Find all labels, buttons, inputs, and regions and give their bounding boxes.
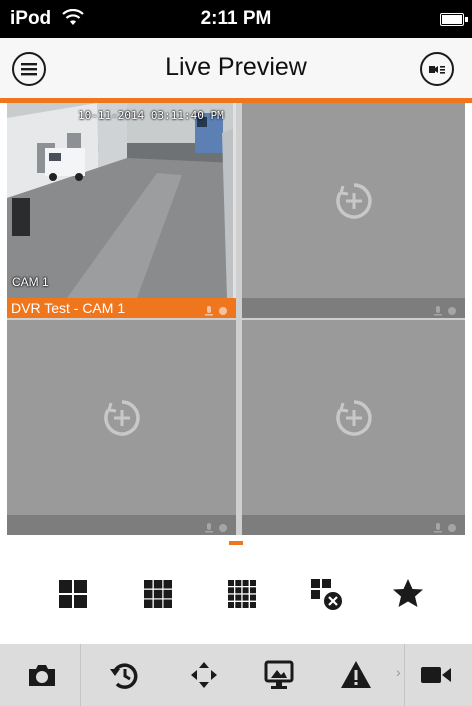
grid-4x4-button[interactable] bbox=[222, 574, 262, 614]
tile-footer bbox=[242, 515, 465, 535]
more-chevron-icon[interactable]: › bbox=[396, 664, 401, 680]
grid-2x2-icon bbox=[59, 580, 87, 608]
ptz-icon bbox=[191, 662, 217, 688]
camera-tile-2[interactable] bbox=[242, 103, 465, 318]
favorite-star-icon bbox=[393, 579, 423, 607]
add-camera-icon[interactable] bbox=[334, 181, 374, 221]
camera-tile-4[interactable] bbox=[242, 320, 465, 535]
camera-tile-1[interactable]: 10-11-2014 03:11:40 PM CAM 1 DVR Test - … bbox=[7, 103, 236, 318]
grid-4x4-icon bbox=[228, 580, 256, 608]
toolbar-divider bbox=[80, 644, 81, 706]
camera-grid: 10-11-2014 03:11:40 PM CAM 1 DVR Test - … bbox=[7, 103, 465, 535]
audio-status-icon bbox=[203, 520, 229, 535]
feed-camera-label: CAM 1 bbox=[12, 275, 49, 289]
snapshot-icon bbox=[29, 665, 55, 686]
grid-2x2-button[interactable] bbox=[53, 574, 93, 614]
camera-tile-3[interactable] bbox=[7, 320, 236, 535]
toolbar-divider bbox=[404, 644, 405, 706]
camera-feed: 10-11-2014 03:11:40 PM CAM 1 bbox=[7, 103, 236, 298]
playback-button[interactable] bbox=[104, 655, 144, 695]
favorites-button[interactable] bbox=[388, 574, 428, 614]
add-camera-icon[interactable] bbox=[102, 398, 142, 438]
grid-3x3-icon bbox=[144, 580, 172, 608]
audio-status-icon bbox=[432, 303, 458, 318]
playback-icon bbox=[110, 663, 138, 689]
header: Live Preview bbox=[0, 38, 472, 98]
tile-footer: DVR Test - CAM 1 bbox=[7, 298, 236, 318]
alarm-button[interactable] bbox=[336, 655, 376, 695]
remote-display-icon bbox=[264, 660, 294, 689]
snapshot-button[interactable] bbox=[22, 655, 62, 695]
camera-name: DVR Test - CAM 1 bbox=[11, 300, 126, 316]
layout-toolbar bbox=[0, 560, 472, 630]
feed-timestamp: 10-11-2014 03:11:40 PM bbox=[78, 109, 224, 122]
device-list-button[interactable] bbox=[420, 52, 454, 86]
grid-3x3-button[interactable] bbox=[138, 574, 178, 614]
add-camera-icon[interactable] bbox=[334, 398, 374, 438]
record-button[interactable] bbox=[416, 655, 456, 695]
close-all-button[interactable] bbox=[306, 574, 346, 614]
page-title: Live Preview bbox=[165, 53, 307, 81]
audio-status-icon bbox=[203, 303, 229, 318]
ptz-button[interactable] bbox=[184, 655, 224, 695]
status-bar: iPod 2:11 PM bbox=[0, 0, 472, 38]
tile-footer bbox=[7, 515, 236, 535]
alarm-icon bbox=[341, 661, 371, 688]
remote-display-button[interactable] bbox=[259, 655, 299, 695]
camera-list-icon bbox=[429, 66, 445, 74]
battery-icon bbox=[440, 13, 468, 26]
bottom-toolbar: › bbox=[0, 644, 472, 706]
audio-status-icon bbox=[432, 520, 458, 535]
close-all-icon bbox=[311, 579, 342, 610]
tile-footer bbox=[242, 298, 465, 318]
record-icon bbox=[421, 667, 451, 683]
page-indicator bbox=[229, 541, 243, 545]
clock: 2:11 PM bbox=[200, 8, 272, 29]
